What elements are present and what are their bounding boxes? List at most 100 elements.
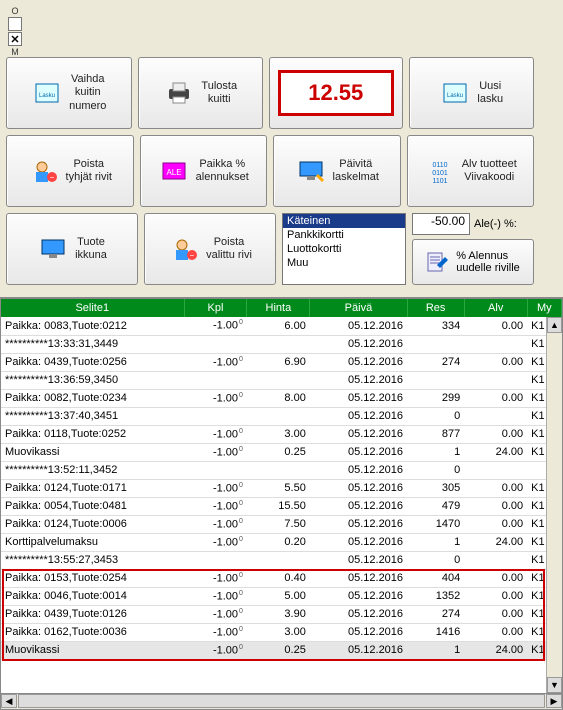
table-row[interactable]: Paikka: 0124,Tuote:0006-1.0007.5005.12.2…	[1, 515, 562, 533]
remove-empty-rows-button[interactable]: − Poista tyhjät rivit	[6, 135, 134, 207]
new-invoice-button[interactable]: Lasku Uusi lasku	[409, 57, 535, 129]
discount-input[interactable]: -50.00	[412, 213, 470, 235]
cell-alv	[464, 371, 527, 389]
col-res[interactable]: Res	[407, 299, 464, 317]
scroll-left-icon[interactable]: ◀	[1, 694, 17, 708]
col-hinta[interactable]: Hinta	[247, 299, 310, 317]
payment-option[interactable]: Käteinen	[283, 214, 405, 228]
toolbar-row-3: Tuote ikkuna − Poista valittu rivi Kätei…	[6, 213, 534, 285]
table-row[interactable]: Paikka: 0162,Tuote:0036-1.0003.0005.12.2…	[1, 623, 562, 641]
scroll-thumb[interactable]	[18, 694, 545, 708]
table-row[interactable]: Muovikassi-1.0000.2505.12.2016124.00K1	[1, 443, 562, 461]
col-my[interactable]: My	[527, 299, 561, 317]
change-receipt-number-button[interactable]: Lasku Vaihda kuitin numero	[6, 57, 132, 129]
table-row[interactable]: **********13:52:11,345205.12.20160	[1, 461, 562, 479]
cell-alv: 0.00	[464, 623, 527, 641]
table-row[interactable]: Paikka: 0118,Tuote:0252-1.0003.0005.12.2…	[1, 425, 562, 443]
cell-selite: Paikka: 0439,Tuote:0126	[1, 605, 184, 623]
payment-option[interactable]: Luottokortti	[283, 242, 405, 256]
payment-option[interactable]: Muu	[283, 256, 405, 270]
table-row[interactable]: **********13:37:40,345105.12.20160K1	[1, 407, 562, 425]
cell-alv: 24.00	[464, 443, 527, 461]
cell-selite: Korttipalvelumaksu	[1, 533, 184, 551]
cell-alv: 0.00	[464, 587, 527, 605]
table-row[interactable]: **********13:36:59,345005.12.2016K1	[1, 371, 562, 389]
table-row[interactable]: Paikka: 0153,Tuote:0254-1.0000.4005.12.2…	[1, 569, 562, 587]
monitor-icon	[295, 155, 327, 187]
cell-alv: 0.00	[464, 317, 527, 335]
cell-res: 1	[407, 641, 464, 659]
cell-selite: **********13:55:27,3453	[1, 551, 184, 569]
vat-barcode-button[interactable]: 011001011101 Alv tuotteet Viivakoodi	[407, 135, 535, 207]
cell-alv: 0.00	[464, 353, 527, 371]
table-row[interactable]: Paikka: 0124,Tuote:0171-1.0005.5005.12.2…	[1, 479, 562, 497]
cell-res	[407, 371, 464, 389]
table-row[interactable]: Paikka: 0083,Tuote:0212-1.0006.0005.12.2…	[1, 317, 562, 335]
cell-kpl	[184, 551, 247, 569]
cell-kpl: -1.000	[184, 569, 247, 587]
col-paiva[interactable]: Päivä	[310, 299, 407, 317]
svg-text:0101: 0101	[432, 170, 448, 177]
cell-selite: Paikka: 0054,Tuote:0481	[1, 497, 184, 515]
cell-selite: Muovikassi	[1, 443, 184, 461]
person-delete-icon: −	[168, 233, 200, 265]
payment-option[interactable]: Pankkikortti	[283, 228, 405, 242]
cell-res: 1416	[407, 623, 464, 641]
cell-paiva: 05.12.2016	[310, 587, 407, 605]
cell-hinta	[247, 335, 310, 353]
table-row[interactable]: Paikka: 0046,Tuote:0014-1.0005.0005.12.2…	[1, 587, 562, 605]
refresh-calc-button[interactable]: Päivitä laskelmat	[273, 135, 401, 207]
checkbox-o[interactable]	[8, 17, 22, 31]
cell-hinta: 15.50	[247, 497, 310, 515]
scroll-down-icon[interactable]: ▼	[547, 677, 562, 693]
cell-paiva: 05.12.2016	[310, 605, 407, 623]
table-row[interactable]: **********13:55:27,345305.12.20160K1	[1, 551, 562, 569]
table-row[interactable]: Paikka: 0439,Tuote:0256-1.0006.9005.12.2…	[1, 353, 562, 371]
location-discount-button[interactable]: ALE Paikka % alennukset	[140, 135, 268, 207]
col-selite1[interactable]: Selite1	[1, 299, 184, 317]
cell-selite: Paikka: 0046,Tuote:0014	[1, 587, 184, 605]
cell-paiva: 05.12.2016	[310, 569, 407, 587]
cell-alv: 0.00	[464, 479, 527, 497]
payment-method-list[interactable]: KäteinenPankkikorttiLuottokorttiMuu	[282, 213, 406, 285]
cell-hinta: 0.40	[247, 569, 310, 587]
cell-res: 0	[407, 461, 464, 479]
table-row[interactable]: Paikka: 0082,Tuote:0234-1.0008.0005.12.2…	[1, 389, 562, 407]
scroll-right-icon[interactable]: ▶	[546, 694, 562, 708]
cell-hinta: 3.00	[247, 623, 310, 641]
cell-hinta	[247, 551, 310, 569]
table-row[interactable]: Paikka: 0054,Tuote:0481-1.00015.5005.12.…	[1, 497, 562, 515]
table-row[interactable]: **********13:33:31,344905.12.2016K1	[1, 335, 562, 353]
invoice-icon: Lasku	[31, 77, 63, 109]
table-row[interactable]: Muovikassi-1.0000.2505.12.2016124.00K1	[1, 641, 562, 659]
vertical-scrollbar[interactable]: ▲ ▼	[546, 317, 562, 693]
button-label: Tulosta kuitti	[201, 80, 237, 106]
cell-kpl: -1.000	[184, 515, 247, 533]
table-row[interactable]: Paikka: 0439,Tuote:0126-1.0003.9005.12.2…	[1, 605, 562, 623]
product-window-button[interactable]: Tuote ikkuna	[6, 213, 138, 285]
cell-res: 334	[407, 317, 464, 335]
cell-paiva: 05.12.2016	[310, 389, 407, 407]
scroll-up-icon[interactable]: ▲	[547, 317, 562, 333]
cell-res: 299	[407, 389, 464, 407]
remove-selected-row-button[interactable]: − Poista valittu rivi	[144, 213, 276, 285]
cell-paiva: 05.12.2016	[310, 551, 407, 569]
cell-paiva: 05.12.2016	[310, 443, 407, 461]
print-receipt-button[interactable]: Tulosta kuitti	[138, 57, 264, 129]
cell-res: 305	[407, 479, 464, 497]
table-row[interactable]: Korttipalvelumaksu-1.0000.2005.12.201612…	[1, 533, 562, 551]
cell-res: 404	[407, 569, 464, 587]
col-kpl[interactable]: Kpl	[184, 299, 247, 317]
button-label: % Alennus uudelle riville	[456, 250, 520, 274]
data-grid[interactable]: Selite1 Kpl Hinta Päivä Res Alv My Paikk…	[0, 298, 563, 694]
person-delete-icon: −	[28, 155, 60, 187]
cell-selite: Paikka: 0153,Tuote:0254	[1, 569, 184, 587]
discount-new-row-button[interactable]: % Alennus uudelle riville	[412, 239, 534, 285]
monitor-icon	[37, 233, 69, 265]
cell-hinta: 3.00	[247, 425, 310, 443]
cell-res: 1352	[407, 587, 464, 605]
horizontal-scrollbar[interactable]: ◀ ▶	[0, 694, 563, 710]
col-alv[interactable]: Alv	[464, 299, 527, 317]
checkbox-m[interactable]: ✕	[8, 32, 22, 46]
toolbar-panel: O ✕ M Lasku Vaihda kuitin numero Tulosta…	[0, 0, 563, 298]
